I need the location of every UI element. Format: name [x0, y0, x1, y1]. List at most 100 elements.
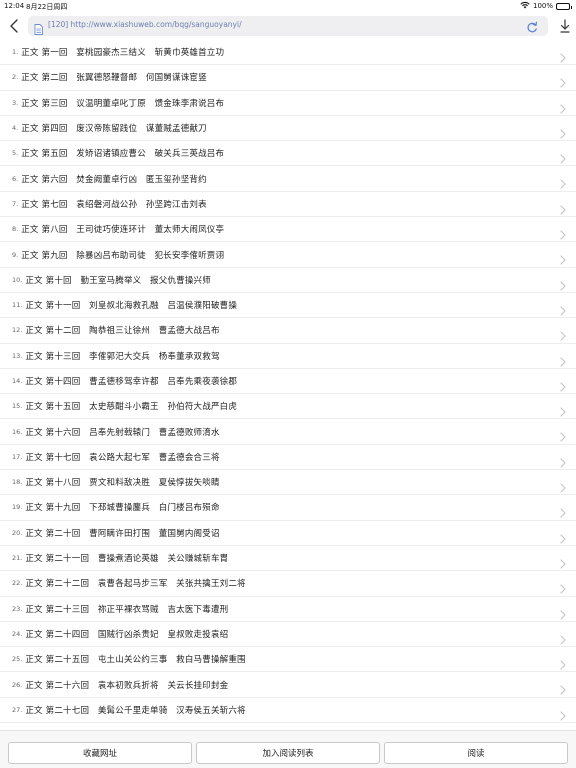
chapter-item[interactable]: 16. 正文 第十六回 吕奉先射戟辕门 曹孟德败师淯水 — [0, 419, 576, 445]
chapter-item[interactable]: 11. 正文 第十一回 刘皇叔北海救孔融 吕温侯濮阳破曹操 — [0, 293, 576, 319]
chevron-right-icon — [560, 453, 566, 472]
chapter-number: 14. — [12, 377, 23, 385]
chevron-right-icon — [560, 706, 566, 725]
chapter-number: 13. — [12, 351, 23, 360]
chapter-item[interactable]: 28. 正文 第二十八回 斩蔡阳兄弟释疑 会古城主臣聚义 — [0, 723, 576, 730]
battery-percent: 100% — [532, 2, 553, 10]
chapter-number: 6. — [12, 174, 19, 183]
refresh-icon[interactable] — [526, 19, 538, 38]
chevron-right-icon — [560, 402, 566, 421]
chevron-right-icon — [560, 377, 566, 396]
chapter-item[interactable]: 1. 正文 第一回 宴桃园豪杰三结义 斩黄巾英雄首立功 — [0, 40, 576, 66]
chapter-number: 24. — [12, 629, 23, 638]
chapter-item[interactable]: 5. 正文 第五回 发矫诏诸镇应曹公 破关兵三英战吕布 — [0, 141, 576, 168]
read-button[interactable]: 阅读 — [384, 742, 568, 764]
chapter-title: 正文 第二十四回 国贼行凶杀贵妃 皇叔败走投袁绍 — [25, 629, 229, 640]
chapter-number: 27. — [12, 705, 23, 714]
chapter-item[interactable]: 9. 正文 第九回 除暴凶吕布助司徒 犯长安李傕听贾诩 — [0, 242, 576, 269]
chapter-title: 正文 第六回 焚金阙董卓行凶 匿玉玺孙坚背约 — [21, 174, 207, 185]
chapter-title: 正文 第二十七回 美髯公千里走单骑 汉寿侯五关斩六将 — [25, 705, 246, 716]
chapter-number: 5. — [12, 149, 19, 158]
chapter-number: 15. — [12, 402, 23, 411]
chapter-title: 正文 第十五回 太史慈酣斗小霸王 孙伯符大战严白虎 — [25, 402, 238, 413]
chapter-title: 正文 第十八回 贾文和料敌决胜 夏侯惇拔矢啖睛 — [25, 478, 220, 489]
chevron-right-icon — [560, 99, 566, 118]
chevron-right-icon — [560, 250, 566, 269]
back-button[interactable] — [6, 17, 22, 35]
chevron-right-icon — [560, 174, 566, 193]
chapter-number: 22. — [12, 579, 23, 588]
chapter-number: 26. — [12, 680, 23, 689]
chapter-item[interactable]: 26. 正文 第二十六回 袁本初败兵折将 关云长挂印封金 — [0, 672, 576, 698]
battery-icon — [556, 2, 572, 10]
chapter-number: 3. — [12, 98, 19, 107]
chapter-item[interactable]: 14. 正文 第十四回 曹孟德移驾幸许都 吕奉先乘夜袭徐郡 — [0, 369, 576, 396]
url-bar[interactable]: [120] http://www.xiashuweb.com/bqg/sangu… — [28, 16, 548, 36]
chevron-right-icon — [560, 276, 566, 295]
chapter-number: 17. — [12, 452, 23, 461]
chapter-title: 正文 第一回 宴桃园豪杰三结义 斩黄巾英雄首立功 — [21, 48, 225, 59]
chevron-right-icon — [560, 630, 566, 649]
chapter-title: 正文 第二十一回 曹操煮酒论英雄 关公赚城斩车胄 — [25, 554, 229, 565]
bottom-action-bar: 收藏网址 加入阅读列表 阅读 — [0, 730, 576, 768]
browser-toolbar: [120] http://www.xiashuweb.com/bqg/sangu… — [0, 12, 576, 40]
chapter-number: 25. — [12, 655, 23, 664]
url-text[interactable]: [120] http://www.xiashuweb.com/bqg/sangu… — [48, 20, 242, 29]
chapter-item[interactable]: 3. 正文 第三回 议温明董卓叱丁原 馈金珠李肃说吕布 — [0, 91, 576, 116]
chapter-number: 9. — [12, 250, 19, 259]
chapter-item[interactable]: 13. 正文 第十三回 李傕郭汜大交兵 杨奉董承双救驾 — [0, 344, 576, 369]
chapter-item[interactable]: 15. 正文 第十五回 太史慈酣斗小霸王 孙伯符大战严白虎 — [0, 394, 576, 421]
chapter-title: 正文 第二十二回 袁曹各起马步三军 关张共擒王刘二将 — [25, 579, 246, 590]
chapter-item[interactable]: 12. 正文 第十二回 陶恭祖三让徐州 曹孟德大战吕布 — [0, 318, 576, 344]
chapter-item[interactable]: 25. 正文 第二十五回 屯土山关公约三事 救白马曹操解重围 — [0, 647, 576, 673]
chevron-right-icon — [560, 529, 566, 548]
status-right: 100% — [520, 1, 572, 11]
chapter-list: 1. 正文 第一回 宴桃园豪杰三结义 斩黄巾英雄首立功 2. 正文 第二回 张翼… — [0, 40, 576, 730]
chapter-item[interactable]: 6. 正文 第六回 焚金阙董卓行凶 匿玉玺孙坚背约 — [0, 166, 576, 193]
chevron-left-icon — [10, 19, 18, 33]
status-date: 8月22日周四 — [26, 3, 68, 11]
chapter-item[interactable]: 2. 正文 第二回 张翼德怒鞭督邮 何国舅谋诛宦竖 — [0, 65, 576, 91]
chapter-item[interactable]: 18. 正文 第十八回 贾文和料敌决胜 夏侯惇拔矢啖睛 — [0, 470, 576, 496]
chapter-item[interactable]: 23. 正文 第二十三回 祢正平裸衣骂贼 吉太医下毒遭刑 — [0, 597, 576, 622]
chapter-number: 8. — [12, 225, 19, 234]
chapter-title: 正文 第十六回 吕奉先射戟辕门 曹孟德败师淯水 — [25, 427, 220, 438]
chapter-number: 10. — [12, 275, 23, 284]
chapter-title: 正文 第二十六回 袁本初败兵折将 关云长挂印封金 — [25, 680, 229, 691]
chapter-title: 正文 第十三回 李傕郭汜大交兵 杨奉董承双救驾 — [25, 351, 220, 362]
chapter-title: 正文 第十二回 陶恭祖三让徐州 曹孟德大战吕布 — [25, 326, 220, 337]
chapter-item[interactable]: 27. 正文 第二十七回 美髯公千里走单骑 汉寿侯五关斩六将 — [0, 698, 576, 725]
chapter-item[interactable]: 8. 正文 第八回 王司徒巧使连环计 董太师大闹凤仪亭 — [0, 217, 576, 244]
chapter-item[interactable]: 7. 正文 第七回 袁绍磐河战公孙 孙坚跨江击刘表 — [0, 192, 576, 218]
chapter-item[interactable]: 10. 正文 第十回 勤王室马腾举义 报父仇曹操兴师 — [0, 268, 576, 293]
chapter-number: 18. — [12, 478, 23, 487]
add-reading-list-button[interactable]: 加入阅读列表 — [196, 742, 380, 764]
chapter-item[interactable]: 4. 正文 第四回 废汉帝陈留践位 谋董贼孟德献刀 — [0, 116, 576, 142]
chapter-number: 16. — [12, 427, 23, 436]
chapter-number: 20. — [12, 528, 23, 537]
chapter-item[interactable]: 22. 正文 第二十二回 袁曹各起马步三军 关张共擒王刘二将 — [0, 571, 576, 597]
chapter-item[interactable]: 20. 正文 第二十回 曹阿瞒许田打围 董国舅内阁受诏 — [0, 521, 576, 546]
chevron-right-icon — [560, 225, 566, 244]
chapter-title: 正文 第十回 勤王室马腾举义 报父仇曹操兴师 — [25, 275, 211, 286]
chapter-item[interactable]: 21. 正文 第二十一回 曹操煮酒论英雄 关公赚城斩车胄 — [0, 546, 576, 572]
download-button[interactable] — [560, 18, 570, 37]
chapter-title: 正文 第五回 发矫诏诸镇应曹公 破关兵三英战吕布 — [21, 149, 225, 160]
chapter-title: 正文 第三回 议温明董卓叱丁原 馈金珠李肃说吕布 — [21, 98, 225, 109]
chapter-title: 正文 第二十五回 屯土山关公约三事 救白马曹操解重围 — [25, 655, 246, 666]
chapter-number: 2. — [12, 73, 19, 82]
chapter-item[interactable]: 19. 正文 第十九回 下邳城曹操鏖兵 白门楼吕布殒命 — [0, 495, 576, 521]
chapter-title: 正文 第二回 张翼德怒鞭督邮 何国舅谋诛宦竖 — [21, 73, 207, 84]
bookmark-button[interactable]: 收藏网址 — [8, 742, 192, 764]
chapter-number: 12. — [12, 326, 23, 335]
status-bar: 12:04 8月22日周四 100% — [0, 0, 576, 12]
chapter-number: 21. — [12, 554, 23, 563]
chapter-item[interactable]: 24. 正文 第二十四回 国贼行凶杀贵妃 皇叔败走投袁绍 — [0, 622, 576, 649]
status-time: 12:04 — [4, 2, 25, 10]
chapter-number: 19. — [12, 503, 23, 512]
chapter-title: 正文 第八回 王司徒巧使连环计 董太师大闹凤仪亭 — [21, 225, 225, 236]
wifi-icon — [520, 1, 530, 11]
chapter-item[interactable]: 17. 正文 第十七回 袁公路大起七军 曹孟德会合三将 — [0, 445, 576, 472]
chevron-right-icon — [560, 149, 566, 168]
chapter-title: 正文 第七回 袁绍磐河战公孙 孙坚跨江击刘表 — [21, 199, 207, 210]
